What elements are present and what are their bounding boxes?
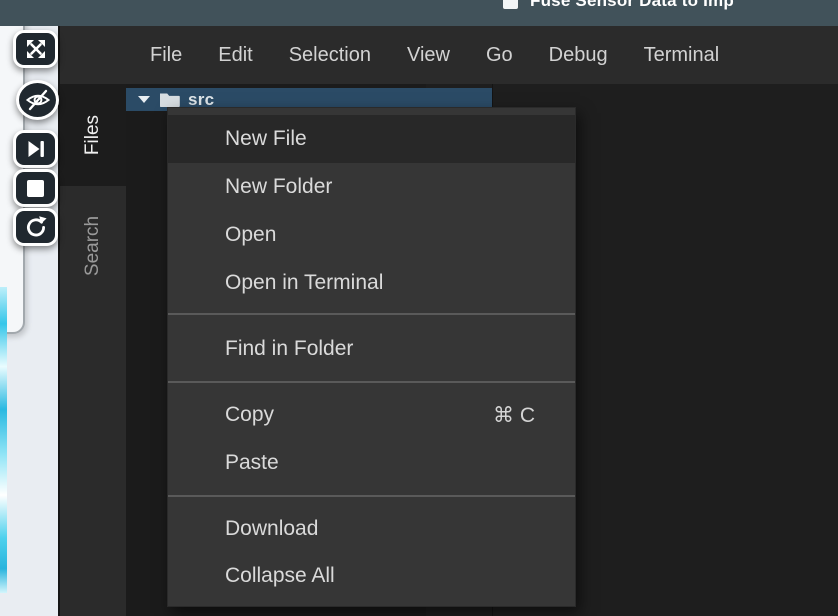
menu-item-shortcut: ⌘ C: [493, 403, 535, 428]
menubar: File Edit Selection View Go Debug Termin…: [60, 26, 838, 84]
browser-topbar: Fuse Sensor Data to Imp: [0, 0, 838, 26]
menu-item-label: New Folder: [225, 175, 332, 199]
screenshot-root: Fuse Sensor Data to Imp: [0, 0, 838, 616]
eye-off-icon: [25, 87, 51, 113]
menu-item-label: Open: [225, 223, 276, 247]
step-forward-button[interactable]: [13, 130, 58, 168]
menu-item-label: Paste: [225, 451, 279, 475]
menubar-item-terminal[interactable]: Terminal: [644, 44, 720, 67]
page-icon: [503, 0, 518, 9]
tab-files[interactable]: Files: [60, 84, 126, 186]
menu-item-collapse-all[interactable]: Collapse All: [168, 552, 575, 600]
stop-button[interactable]: [13, 169, 58, 207]
menu-item-new-file[interactable]: New File: [168, 115, 575, 163]
menu-item-label: Collapse All: [225, 564, 335, 588]
restart-button[interactable]: [13, 208, 58, 246]
menu-item-label: Find in Folder: [225, 337, 353, 361]
menu-item-download[interactable]: Download: [168, 505, 575, 553]
browser-tab-title: Fuse Sensor Data to Imp: [530, 0, 734, 11]
menubar-item-edit[interactable]: Edit: [218, 44, 252, 67]
expand-button[interactable]: [13, 30, 58, 68]
stop-icon: [27, 180, 44, 197]
menubar-item-selection[interactable]: Selection: [289, 44, 371, 67]
tab-search[interactable]: Search: [60, 186, 126, 306]
menubar-item-debug[interactable]: Debug: [549, 44, 608, 67]
menu-item-paste[interactable]: Paste: [168, 439, 575, 487]
menu-item-new-folder[interactable]: New Folder: [168, 163, 575, 211]
page-image-strip: [0, 287, 7, 593]
restart-icon: [24, 215, 48, 239]
menubar-item-file[interactable]: File: [150, 44, 182, 67]
menu-item-label: Open in Terminal: [225, 271, 383, 295]
menu-item-label: Download: [225, 517, 318, 541]
tab-search-label: Search: [82, 216, 104, 276]
menu-item-label: Copy: [225, 403, 274, 427]
menu-item-open[interactable]: Open: [168, 211, 575, 259]
hide-button[interactable]: [16, 80, 59, 120]
tab-files-label: Files: [82, 115, 104, 155]
side-tabbar: Files Search: [60, 84, 126, 616]
step-forward-icon: [25, 138, 47, 160]
menu-item-open-in-terminal[interactable]: Open in Terminal: [168, 259, 575, 307]
menu-separator: [168, 495, 575, 497]
context-menu: New File New Folder Open Open in Termina…: [167, 107, 576, 607]
menu-item-find-in-folder[interactable]: Find in Folder: [168, 325, 575, 373]
menu-separator: [168, 313, 575, 315]
expand-arrows-icon: [24, 37, 48, 61]
menu-separator: [168, 381, 575, 383]
menubar-item-go[interactable]: Go: [486, 44, 513, 67]
menu-item-copy[interactable]: Copy ⌘ C: [168, 391, 575, 439]
browser-tab[interactable]: Fuse Sensor Data to Imp: [503, 0, 734, 11]
menubar-item-view[interactable]: View: [407, 44, 450, 67]
folder-icon: [159, 92, 180, 108]
chevron-down-icon[interactable]: [138, 96, 150, 103]
menu-item-label: New File: [225, 127, 307, 151]
